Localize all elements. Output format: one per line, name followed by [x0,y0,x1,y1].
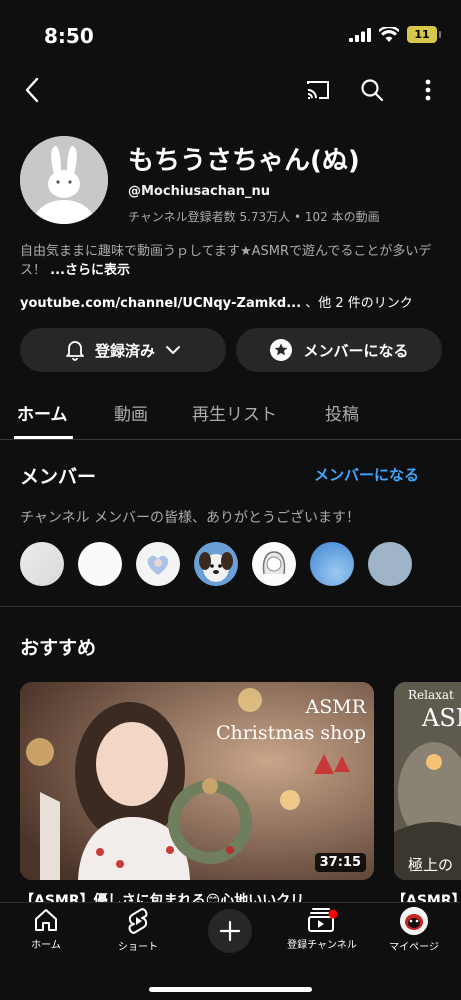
thumbnail-caption-line2: ASM [422,704,461,732]
channel-links-more[interactable]: 、他 2 件のリンク [305,296,413,311]
status-time: 8:50 [44,24,94,48]
channel-tabs: ホーム 動画 再生リスト 投稿 [0,388,461,440]
section-divider [0,606,461,607]
show-more-link[interactable]: ...さらに表示 [50,263,130,278]
thumbnail-caption-line3: 極上の [408,856,454,874]
wifi-icon [379,27,399,42]
home-icon [35,909,57,931]
home-indicator [149,987,312,992]
more-vertical-icon [425,79,431,101]
chevron-left-icon [25,77,39,103]
profile-avatar [400,907,428,935]
video-thumbnail[interactable]: ASMR Christmas shop 37:15 [20,682,374,880]
cellular-signal-icon [349,27,371,42]
channel-avatar[interactable] [20,136,108,224]
subscribed-button[interactable]: 登録済み [20,328,226,372]
member-star-icon [270,339,293,361]
members-section-title: メンバー [20,466,97,488]
battery-level: 11 [414,28,430,41]
create-plus-icon [219,920,241,942]
channel-name: もちうさちゃん(ぬ) [128,146,360,176]
nav-my-page-label: マイページ [389,942,439,953]
member-avatar[interactable] [136,542,180,586]
back-button[interactable] [14,72,50,108]
channel-description[interactable]: 自由気ままに趣味で動画うｐしてます★ASMRで遊んでることが多いデス！ ...さ… [20,242,445,280]
bottom-navigation: ホーム ショート 登録チャンネル マイページ [0,902,461,1000]
channel-handle: @Mochiusachan_nu [128,184,271,199]
recommended-section-title: おすすめ [20,637,97,659]
nav-subscriptions[interactable]: 登録チャンネル [282,907,362,951]
chevron-down-icon [166,346,180,354]
channel-action-buttons: 登録済み メンバーになる [20,328,442,372]
nav-home[interactable]: ホーム [6,907,86,951]
cast-icon [307,81,329,99]
video-thumbnail[interactable]: Relaxat ASM 極上の [394,682,461,880]
nav-shorts[interactable]: ショート [98,907,178,953]
channel-link-url[interactable]: youtube.com/channel/UCNqy-Zamkd... [20,296,301,311]
channel-links[interactable]: youtube.com/channel/UCNqy-Zamkd... 、他 2 … [20,292,413,311]
member-avatar[interactable] [368,542,412,586]
thumbnail-caption-line1: ASMR [305,696,367,718]
search-icon [361,79,384,102]
cast-button[interactable] [300,72,336,108]
active-tab-indicator [14,436,73,439]
join-member-button[interactable]: メンバーになる [236,328,442,372]
members-thanks-text: チャンネル メンバーの皆様、ありがとうございます！ [20,510,361,526]
tab-videos[interactable]: 動画 [114,400,148,425]
bunny-avatar-image [20,136,108,224]
nav-shorts-label: ショート [118,942,158,953]
tab-home[interactable]: ホーム [17,400,68,425]
nav-create[interactable] [190,909,270,953]
subscribed-label: 登録済み [94,341,155,360]
status-bar: 8:50 11 [0,0,461,66]
nav-my-page[interactable]: マイページ [374,907,454,953]
tab-posts[interactable]: 投稿 [325,400,359,425]
nav-subscriptions-label: 登録チャンネル [287,940,357,951]
member-avatar[interactable] [310,542,354,586]
member-avatar[interactable] [252,542,296,586]
video-duration-badge: 37:15 [314,853,366,872]
tab-playlists[interactable]: 再生リスト [192,400,277,425]
shorts-icon [128,908,148,934]
more-options-button[interactable] [410,72,446,108]
subscriptions-icon [308,908,337,932]
member-avatar[interactable] [194,542,238,586]
member-avatar-list [20,542,412,586]
thumbnail-caption-line1: Relaxat [408,688,454,702]
top-app-bar [0,66,461,114]
status-icons: 11 [349,26,441,43]
channel-stats: チャンネル登録者数 5.73万人 • 102 本の動画 [128,210,380,224]
become-member-link[interactable]: メンバーになる [314,464,419,485]
battery-indicator: 11 [407,26,441,43]
join-member-label: メンバーになる [303,341,409,360]
bell-icon [66,341,84,361]
create-button[interactable] [208,909,252,953]
heart-avatar-image [147,555,169,575]
nav-home-label: ホーム [31,940,61,951]
thumbnail-caption-line2: Christmas shop [215,722,366,744]
thumbnail-caption: ASMR Christmas shop [206,694,366,746]
member-avatar[interactable] [20,542,64,586]
member-avatar[interactable] [78,542,122,586]
girl-drawing-avatar-image [262,551,286,575]
dog-avatar-image [199,552,233,582]
search-button[interactable] [354,72,390,108]
